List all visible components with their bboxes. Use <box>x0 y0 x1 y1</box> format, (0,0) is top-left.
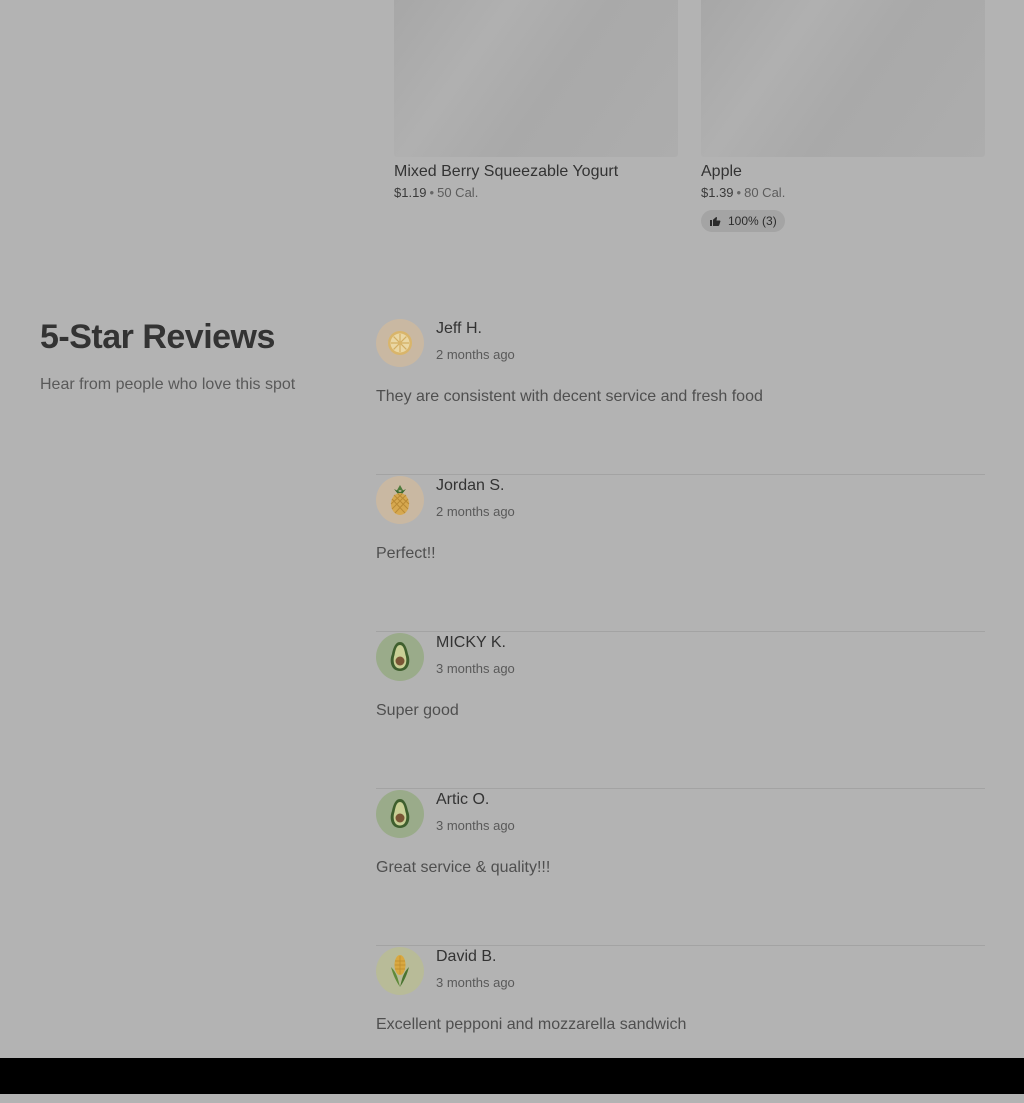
product-image[interactable] <box>394 0 678 157</box>
review-text: Perfect!! <box>376 545 436 562</box>
review-item: Jeff H. 2 months ago They are consistent… <box>376 318 985 475</box>
product-card[interactable]: Mixed Berry Squeezable Yogurt $1.19 • 50 C… <box>394 0 678 201</box>
review-text: Super good <box>376 702 459 719</box>
review-item: Jordan S. 2 months ago Perfect!! <box>376 475 985 632</box>
reviews-list: Jeff H. 2 months ago They are consistent… <box>376 318 985 1103</box>
review-date: 2 months ago <box>436 347 515 362</box>
product-name: Mixed Berry Squeezable Yogurt <box>394 163 619 180</box>
thumbs-up-icon <box>710 217 721 226</box>
reviewer-name: David B. <box>436 948 497 965</box>
section-title: 5-Star Reviews <box>40 318 275 356</box>
avatar <box>376 790 424 838</box>
review-item: Artic O. 3 months ago Great service & qu… <box>376 789 985 946</box>
rating-value: 100% (3) <box>728 214 777 228</box>
product-price: $1.39 <box>701 185 734 200</box>
avatar <box>376 476 424 524</box>
review-date: 3 months ago <box>436 975 515 990</box>
reviewer-name: Jordan S. <box>436 477 505 494</box>
reviewer-name: Artic O. <box>436 791 490 808</box>
product-price: $1.19 <box>394 185 427 200</box>
product-name: Apple <box>701 163 742 180</box>
avatar <box>376 633 424 681</box>
avocado-icon <box>390 799 410 828</box>
reviewer-name: Jeff H. <box>436 320 482 337</box>
product-meta: $1.39 • 80 Cal. <box>701 185 985 201</box>
review-text: They are consistent with decent service … <box>376 388 763 405</box>
product-image[interactable] <box>701 0 985 157</box>
rating-badge: 100% (3) <box>701 210 785 232</box>
meta-separator: • <box>429 185 435 200</box>
avatar <box>376 319 424 367</box>
review-date: 3 months ago <box>436 661 515 676</box>
product-meta: $1.19 • 50 Cal. <box>394 185 678 201</box>
product-calories: 80 Cal. <box>744 185 786 200</box>
avocado-icon <box>390 642 410 671</box>
product-card[interactable]: Apple $1.39 • 80 Cal. 100% (3) <box>701 0 985 232</box>
page-dimmed-background: Mixed Berry Squeezable Yogurt $1.19 • 50 C… <box>0 0 1024 1058</box>
review-date: 3 months ago <box>436 818 515 833</box>
review-text: Excellent pepponi and mozzarella sandwic… <box>376 1016 687 1033</box>
product-calories: 50 Cal. <box>437 185 479 200</box>
lemon-slice-icon <box>388 331 412 355</box>
pineapple-icon <box>390 485 410 515</box>
section-subtitle: Hear from people who love this spot <box>40 376 296 393</box>
corn-icon <box>391 955 409 987</box>
meta-separator: • <box>736 185 742 200</box>
avatar <box>376 947 424 995</box>
review-item: MICKY K. 3 months ago Super good <box>376 632 985 789</box>
review-date: 2 months ago <box>436 504 515 519</box>
reviewer-name: MICKY K. <box>436 634 506 651</box>
bottom-bar <box>0 1058 1024 1094</box>
review-text: Great service & quality!!! <box>376 859 551 876</box>
